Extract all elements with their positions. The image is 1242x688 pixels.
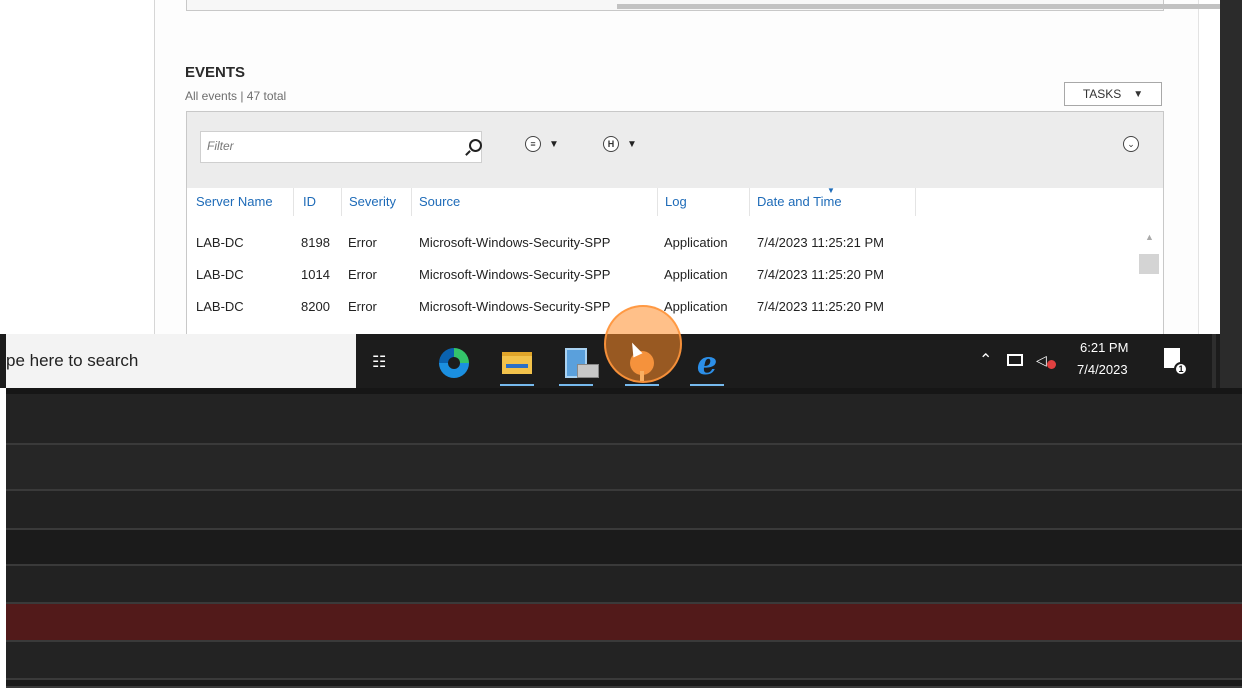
cell-id: 1014	[301, 267, 330, 282]
save-icon: H	[603, 136, 619, 152]
notification-badge: 1	[1174, 362, 1188, 376]
mute-icon	[1047, 360, 1056, 369]
cell-server: LAB-DC	[196, 267, 244, 282]
expand-collapse-icon[interactable]: ⌄	[1123, 136, 1139, 152]
column-divider[interactable]	[293, 188, 294, 216]
column-divider[interactable]	[411, 188, 412, 216]
track-band	[6, 604, 1242, 642]
track-band	[6, 680, 1242, 688]
list-options-button[interactable]: ≡ ▼	[525, 136, 559, 152]
cell-id: 8198	[301, 235, 330, 250]
cell-log: Application	[664, 267, 728, 282]
taskbar-edge	[1212, 334, 1216, 388]
server-manager-icon	[565, 348, 599, 378]
scroll-up-icon[interactable]: ▲	[1145, 232, 1154, 242]
internet-explorer-icon: e	[696, 344, 718, 382]
save-query-button[interactable]: H ▼	[603, 136, 637, 152]
filter-bar: ≡ ▼ H ▼ ⌄	[187, 112, 1163, 188]
track-band	[6, 530, 1242, 566]
dropdown-arrow-icon: ▼	[549, 138, 559, 150]
cell-source: Microsoft-Windows-Security-SPP	[419, 299, 611, 314]
table-header: Server Name ID Severity Source Log ▼ Dat…	[187, 186, 1163, 216]
col-server-name[interactable]: Server Name	[196, 194, 273, 209]
column-divider[interactable]	[341, 188, 342, 216]
table-row[interactable]: LAB-DC 1014 Error Microsoft-Windows-Secu…	[187, 261, 1137, 289]
window-edge	[1220, 0, 1242, 388]
cell-datetime: 7/4/2023 11:25:20 PM	[757, 299, 884, 314]
column-divider[interactable]	[749, 188, 750, 216]
events-vertical-scrollbar[interactable]: ▲	[1138, 228, 1160, 334]
server-manager-taskbar-button[interactable]	[553, 340, 599, 386]
track-band	[6, 445, 1242, 491]
edge-taskbar-button[interactable]	[431, 340, 477, 386]
task-view-icon[interactable]: ☷	[372, 352, 392, 371]
cell-source: Microsoft-Windows-Security-SPP	[419, 235, 611, 250]
cell-source: Microsoft-Windows-Security-SPP	[419, 267, 611, 282]
active-indicator	[690, 384, 724, 386]
col-id[interactable]: ID	[303, 194, 316, 209]
cell-server: LAB-DC	[196, 235, 244, 250]
dropdown-arrow-icon: ▼	[1133, 88, 1144, 100]
network-icon[interactable]	[1007, 354, 1023, 366]
outer-scrollbar[interactable]: ⌄	[1198, 0, 1221, 334]
clock-time[interactable]: 6:21 PM	[1080, 340, 1128, 355]
cell-server: LAB-DC	[196, 299, 244, 314]
cell-log: Application	[664, 235, 728, 250]
cell-severity: Error	[348, 267, 377, 282]
cell-datetime: 7/4/2023 11:25:20 PM	[757, 267, 884, 282]
edge-icon	[439, 348, 469, 378]
events-title: EVENTS	[185, 64, 246, 81]
filter-box	[200, 131, 482, 163]
navigation-pane	[6, 0, 154, 334]
track-band	[6, 566, 1242, 604]
col-log[interactable]: Log	[665, 194, 687, 209]
clock-date[interactable]: 7/4/2023	[1077, 362, 1128, 377]
list-icon: ≡	[525, 136, 541, 152]
tasks-label: TASKS	[1082, 87, 1122, 101]
volume-icon[interactable]: ◁	[1036, 352, 1047, 369]
active-indicator	[559, 384, 593, 386]
taskbar-search-box[interactable]: pe here to search	[6, 334, 356, 388]
folder-icon	[502, 352, 532, 374]
cell-severity: Error	[348, 299, 377, 314]
cell-id: 8200	[301, 299, 330, 314]
col-source[interactable]: Source	[419, 194, 460, 209]
table-row[interactable]: LAB-DC 8198 Error Microsoft-Windows-Secu…	[187, 229, 1137, 257]
cell-log: Application	[664, 299, 728, 314]
horizontal-scrollbar-thumb[interactable]	[617, 4, 1242, 9]
file-explorer-taskbar-button[interactable]	[494, 340, 540, 386]
search-icon[interactable]	[469, 139, 482, 152]
cell-severity: Error	[348, 235, 377, 250]
scrollbar-thumb[interactable]	[1139, 254, 1159, 274]
col-severity[interactable]: Severity	[349, 194, 396, 209]
cell-datetime: 7/4/2023 11:25:21 PM	[757, 235, 884, 250]
active-indicator	[625, 384, 659, 386]
dropdown-arrow-icon: ▼	[627, 138, 637, 150]
track-band	[6, 642, 1242, 680]
column-divider[interactable]	[657, 188, 658, 216]
col-date-time[interactable]: Date and Time	[757, 194, 842, 209]
tasks-button[interactable]: TASKS ▼	[1064, 82, 1162, 106]
events-count: All events | 47 total	[185, 89, 287, 103]
filter-input[interactable]	[201, 132, 451, 160]
click-highlight	[604, 305, 682, 383]
previous-panel	[186, 0, 1242, 11]
active-indicator	[500, 384, 534, 386]
track-band	[6, 491, 1242, 530]
search-placeholder: pe here to search	[6, 351, 139, 370]
column-divider[interactable]	[915, 188, 916, 216]
events-panel: ≡ ▼ H ▼ ⌄ Server Name ID Severity Source…	[186, 111, 1164, 336]
internet-explorer-taskbar-button[interactable]: e	[684, 340, 730, 386]
track-band	[6, 394, 1242, 445]
